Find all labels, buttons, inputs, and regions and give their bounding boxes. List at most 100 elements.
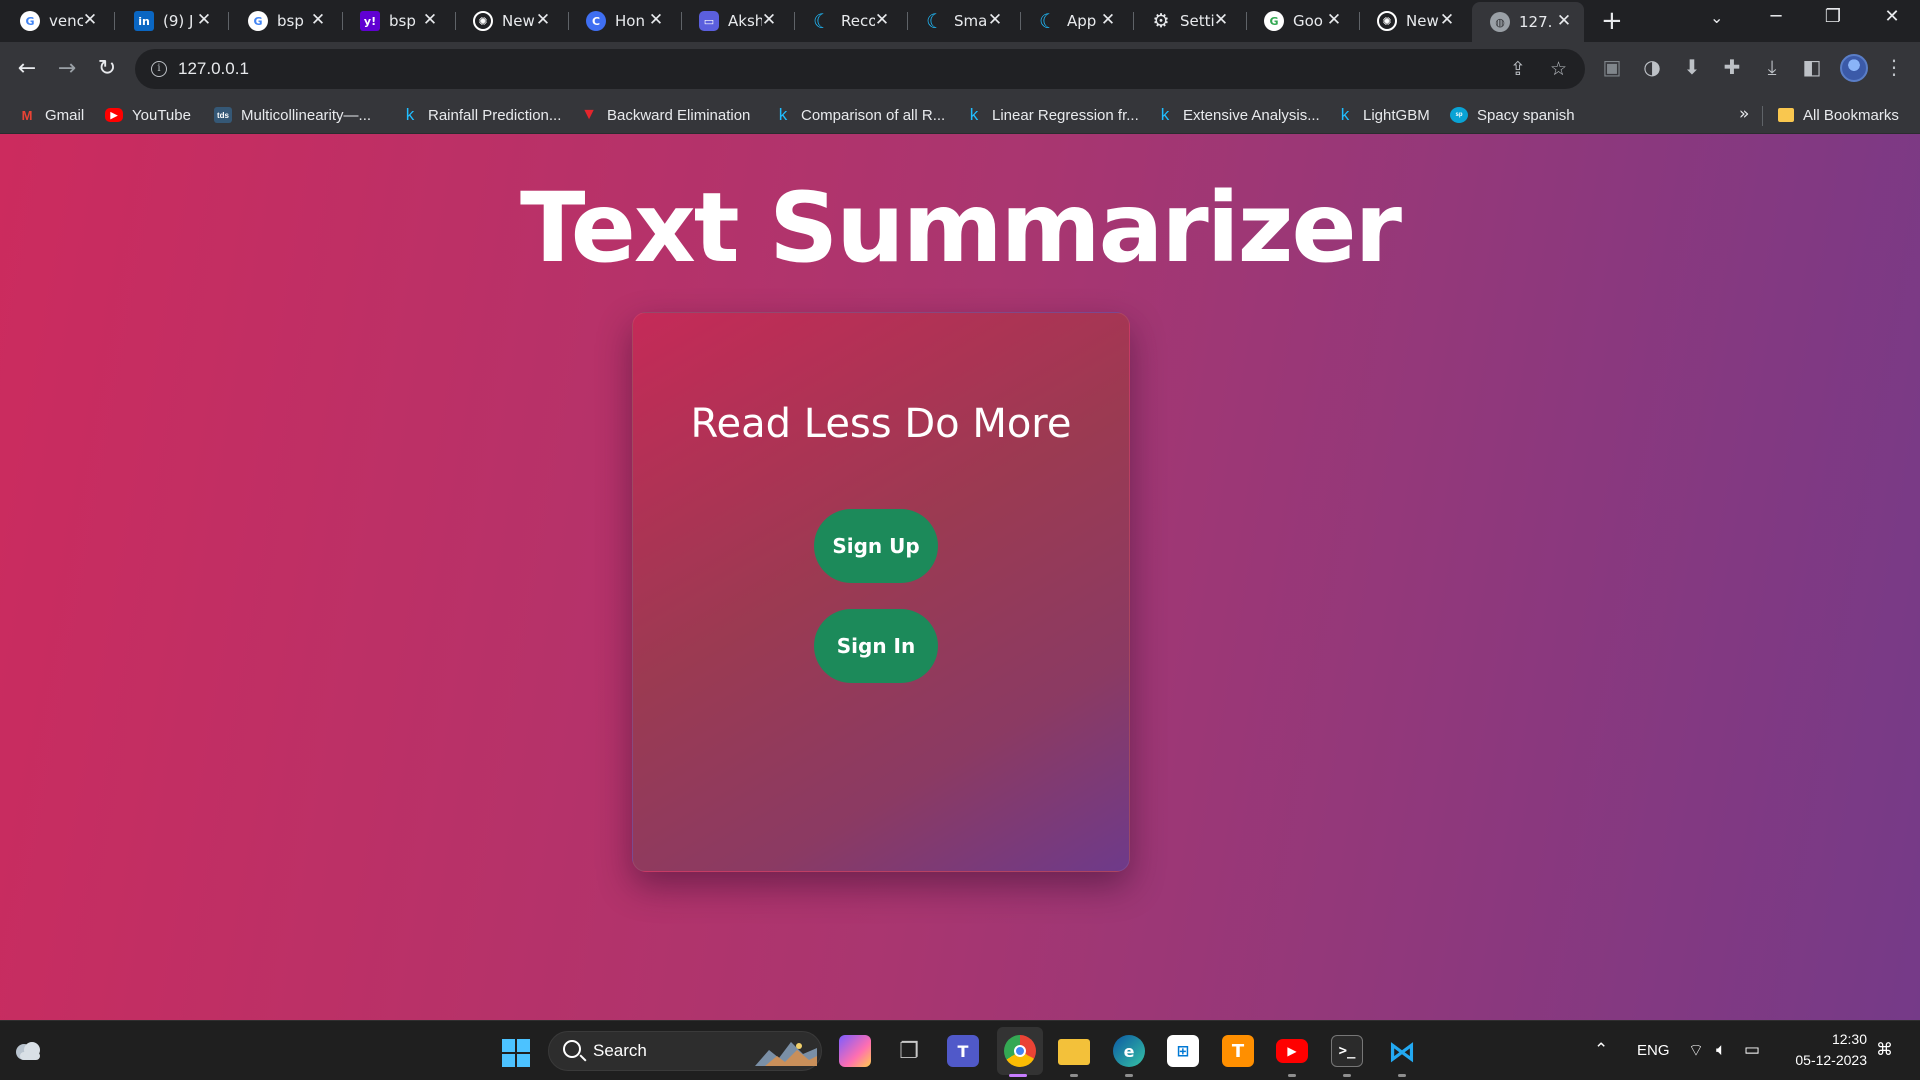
bookmarks-separator <box>1762 106 1763 126</box>
close-tab-icon[interactable]: ✕ <box>759 10 779 30</box>
bookmark-backward-elimination[interactable]: ▼ Backward Elimination <box>580 105 750 125</box>
linkedin-icon: in <box>134 11 154 31</box>
close-tab-icon[interactable]: ✕ <box>420 10 440 30</box>
close-tab-icon[interactable]: ✕ <box>1554 11 1574 31</box>
tab-title: bsp <box>389 12 416 30</box>
sign-up-button[interactable]: Sign Up <box>814 509 938 583</box>
terminal-app-icon[interactable]: >_ <box>1331 1035 1363 1067</box>
browser-tab[interactable]: y! bsp ✕ <box>342 6 450 36</box>
bookmark-lightgbm[interactable]: k LightGBM <box>1336 105 1430 125</box>
yahoo-icon: y! <box>360 11 380 31</box>
bookmark-spacy-spanish[interactable]: sp Spacy spanish <box>1450 105 1575 125</box>
close-tab-icon[interactable]: ✕ <box>1437 10 1457 30</box>
all-bookmarks-folder[interactable]: All Bookmarks <box>1778 105 1899 125</box>
bookmark-label: Spacy spanish <box>1477 106 1575 124</box>
close-window-icon[interactable]: ✕ <box>1872 6 1912 27</box>
tds-icon: tds <box>214 107 232 123</box>
tab-strip: G venc ✕ in (9) J ✕ G bsp ✕ y! bsp ✕ ✺ N… <box>0 0 1920 42</box>
running-indicator <box>1070 1074 1078 1077</box>
show-hidden-icons-chevron[interactable]: ⌃ <box>1594 1040 1608 1060</box>
address-bar[interactable]: i 127.0.0.1 ⇪ ☆ <box>135 49 1585 89</box>
close-tab-icon[interactable]: ✕ <box>1324 10 1344 30</box>
browser-tab[interactable]: G venc ✕ <box>2 6 110 36</box>
downloads-icon[interactable]: ⤓ <box>1758 55 1786 79</box>
language-indicator[interactable]: ENG <box>1637 1042 1670 1059</box>
browser-tab[interactable]: ✺ New ✕ <box>1359 6 1467 36</box>
extension-download-icon[interactable]: ⬇ <box>1678 55 1706 79</box>
bookmark-label: Rainfall Prediction... <box>428 106 562 124</box>
browser-tab[interactable]: G Goo ✕ <box>1246 6 1354 36</box>
close-tab-icon[interactable]: ✕ <box>308 10 328 30</box>
kebab-menu-icon[interactable]: ⋮ <box>1880 55 1908 79</box>
youtube-app-icon[interactable]: ▶ <box>1276 1039 1308 1063</box>
forward-arrow-icon[interactable]: → <box>52 54 82 84</box>
battery-icon[interactable]: ▭ <box>1744 1040 1760 1060</box>
profile-avatar[interactable] <box>1840 54 1868 82</box>
weather-cloud-icon[interactable] <box>14 1038 42 1062</box>
minimize-icon[interactable]: ─ <box>1756 6 1796 27</box>
running-indicator <box>1343 1074 1351 1077</box>
chrome-app-icon[interactable] <box>1004 1035 1036 1067</box>
notifications-icon[interactable]: ⌘ <box>1876 1040 1893 1060</box>
taskbar-search-box[interactable]: Search <box>548 1031 822 1071</box>
tab-search-chevron-icon[interactable]: ⌄ <box>1710 8 1723 27</box>
close-tab-icon[interactable]: ✕ <box>985 10 1005 30</box>
running-indicator <box>1288 1074 1296 1077</box>
close-tab-icon[interactable]: ✕ <box>80 10 100 30</box>
bookmark-extensive-analysis[interactable]: k Extensive Analysis... <box>1156 105 1320 125</box>
new-tab-button[interactable]: + <box>1601 8 1623 34</box>
clock-date[interactable]: 05-12-2023 <box>1786 1052 1867 1068</box>
bookmark-linear-regression[interactable]: k Linear Regression fr... <box>965 105 1139 125</box>
browser-tab[interactable]: ▭ Aksh ✕ <box>681 6 789 36</box>
bookmark-comparison[interactable]: k Comparison of all R... <box>774 105 945 125</box>
bookmark-youtube[interactable]: ▶ YouTube <box>105 105 191 125</box>
close-tab-icon[interactable]: ✕ <box>1211 10 1231 30</box>
sign-in-button[interactable]: Sign In <box>814 609 938 683</box>
edge-app-icon[interactable]: e <box>1113 1035 1145 1067</box>
back-arrow-icon[interactable]: ← <box>12 54 42 84</box>
bookmark-star-icon[interactable]: ☆ <box>1550 58 1567 80</box>
reload-icon[interactable]: ↻ <box>92 54 122 84</box>
task-view-icon[interactable]: ❐ <box>893 1035 925 1067</box>
bookmark-gmail[interactable]: M Gmail <box>18 105 85 125</box>
browser-tab[interactable]: ⚙ Setti ✕ <box>1133 6 1241 36</box>
restore-icon[interactable]: ❐ <box>1813 6 1853 27</box>
browser-tab[interactable]: G bsp ✕ <box>230 6 338 36</box>
browser-tab[interactable]: ✺ New ✕ <box>455 6 563 36</box>
close-tab-icon[interactable]: ✕ <box>872 10 892 30</box>
browser-tab[interactable]: ☾ Reco ✕ <box>794 6 902 36</box>
extension-robot-icon[interactable]: ▣ <box>1598 55 1626 79</box>
extensions-puzzle-icon[interactable]: ✚ <box>1718 55 1746 79</box>
browser-tab[interactable]: ☾ App ✕ <box>1020 6 1128 36</box>
more-bookmarks-chevron[interactable]: » <box>1739 104 1749 124</box>
windows-start-icon[interactable] <box>502 1039 530 1067</box>
close-tab-icon[interactable]: ✕ <box>646 10 666 30</box>
vscode-app-icon[interactable]: ⋈ <box>1386 1035 1418 1068</box>
site-info-icon[interactable]: i <box>151 61 167 77</box>
url-text[interactable]: 127.0.0.1 <box>178 59 249 79</box>
browser-tab[interactable]: ☾ Sma ✕ <box>907 6 1015 36</box>
bookmark-multicollinearity[interactable]: tds Multicollinearity—... <box>214 105 371 125</box>
bookmark-label: Comparison of all R... <box>801 106 946 124</box>
file-explorer-app-icon[interactable] <box>1058 1039 1090 1065</box>
teams-app-icon[interactable]: T <box>947 1035 979 1067</box>
copilot-preview-app-icon[interactable] <box>839 1035 871 1067</box>
kaggle-k-icon: ☾ <box>1039 9 1057 33</box>
close-tab-icon[interactable]: ✕ <box>533 10 553 30</box>
clock-time[interactable]: 12:30 <box>1819 1031 1867 1047</box>
share-icon[interactable]: ⇪ <box>1510 58 1526 80</box>
browser-tab[interactable]: in (9) J ✕ <box>116 6 224 36</box>
tab-title: Sma <box>954 12 988 30</box>
youtube-icon: ▶ <box>105 108 123 122</box>
browser-tab[interactable]: C Hon ✕ <box>568 6 676 36</box>
volume-icon[interactable]: 🔈︎ <box>1716 1040 1726 1060</box>
close-tab-icon[interactable]: ✕ <box>194 10 214 30</box>
microsoft-store-app-icon[interactable]: ⊞ <box>1167 1035 1199 1067</box>
close-tab-icon[interactable]: ✕ <box>1098 10 1118 30</box>
browser-tab-active[interactable]: ◍ 127. ✕ <box>1472 2 1584 42</box>
tensorflow-app-icon[interactable]: T <box>1222 1035 1254 1067</box>
wifi-icon[interactable]: ⌔ <box>1688 1040 1704 1061</box>
extension-yinyang-icon[interactable]: ◑ <box>1638 55 1666 79</box>
bookmark-rainfall-prediction[interactable]: k Rainfall Prediction... <box>401 105 562 125</box>
side-panel-icon[interactable]: ◧ <box>1798 55 1826 79</box>
